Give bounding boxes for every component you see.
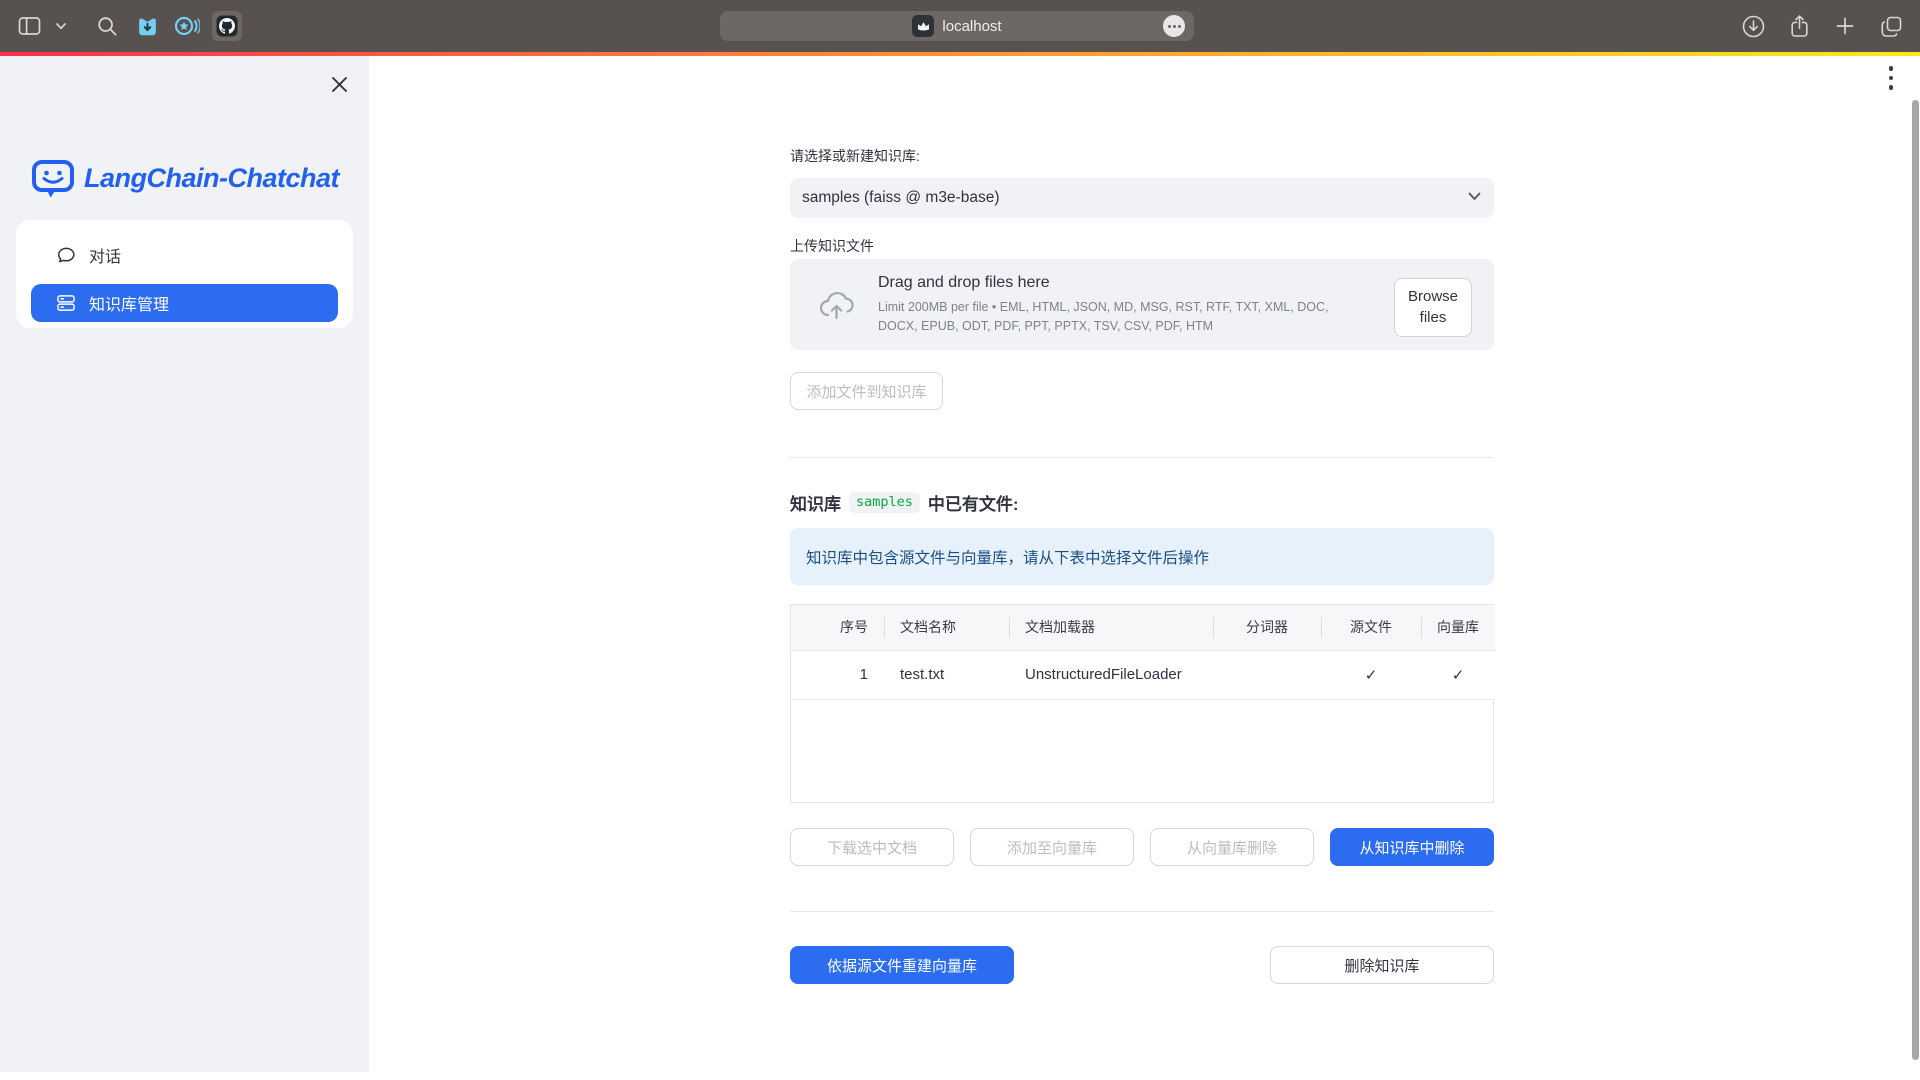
recorder-extension-button[interactable] [172, 11, 202, 41]
vertical-scrollbar[interactable] [1912, 100, 1919, 1060]
downloader-extension-icon [135, 14, 160, 39]
file-dropzone[interactable]: Drag and drop files here Limit 200MB per… [790, 259, 1494, 350]
browser-toolbar: localhost [0, 0, 1920, 52]
section-divider [790, 457, 1494, 458]
col-header-index: 序号 [791, 605, 884, 650]
panel-menu-button[interactable] [54, 11, 68, 41]
upload-label: 上传知识文件 [790, 236, 874, 256]
add-files-to-kb-button[interactable]: 添加文件到知识库 [790, 372, 943, 410]
sidebar-item-knowledge-base[interactable]: 知识库管理 [31, 284, 338, 322]
cloud-upload-icon [816, 289, 856, 320]
downloader-extension-button[interactable] [132, 11, 162, 41]
dropzone-title: Drag and drop files here [878, 274, 1330, 292]
app-logo: LangChain-Chatchat [31, 158, 339, 199]
site-favicon-glyph [917, 21, 930, 32]
downloads-button[interactable] [1738, 11, 1768, 41]
add-to-vector-store-button[interactable]: 添加至向量库 [970, 828, 1134, 866]
kb-select-value: samples (faiss @ m3e-base) [802, 189, 1000, 207]
download-selected-button[interactable]: 下载选中文档 [790, 828, 954, 866]
delete-from-vector-store-button[interactable]: 从向量库删除 [1150, 828, 1314, 866]
chevron-down-icon [56, 23, 66, 30]
cell-loader: UnstructuredFileLoader [1009, 650, 1213, 699]
sidebar-item-dialogue[interactable]: 对话 [31, 238, 338, 272]
delete-from-kb-button[interactable]: 从知识库中删除 [1330, 828, 1494, 866]
chevron-down-icon [1468, 192, 1481, 201]
col-header-vector: 向量库 [1421, 605, 1495, 650]
kb-select[interactable]: samples (faiss @ m3e-base) [790, 178, 1494, 218]
col-header-loader: 文档加载器 [1009, 605, 1213, 650]
address-bar-more-button[interactable] [1163, 15, 1185, 37]
recorder-extension-icon [174, 15, 200, 37]
cell-splitter [1213, 650, 1321, 699]
app-menu-button[interactable] [1882, 62, 1900, 94]
rebuild-vector-store-button[interactable]: 依据源文件重建向量库 [790, 946, 1014, 984]
col-header-splitter: 分词器 [1213, 605, 1321, 650]
download-icon [1742, 15, 1765, 38]
files-heading-suffix: 中已有文件: [928, 490, 1019, 515]
kb-name-code: samples [849, 492, 920, 513]
share-button[interactable] [1784, 11, 1814, 41]
share-icon [1788, 14, 1811, 38]
sidebar: LangChain-Chatchat 对话 知识库管理 [0, 56, 369, 1072]
delete-kb-button[interactable]: 删除知识库 [1270, 946, 1494, 984]
cell-vector-check: ✓ [1421, 650, 1495, 699]
kb-select-label: 请选择或新建知识库: [790, 146, 920, 166]
sidebar-nav: 对话 知识库管理 [16, 220, 353, 328]
address-bar[interactable]: localhost [720, 11, 1194, 41]
site-favicon [912, 15, 934, 37]
app-logo-text: LangChain-Chatchat [84, 163, 339, 194]
github-icon [216, 15, 238, 37]
github-extension-button[interactable] [212, 11, 242, 41]
chat-bubble-icon [55, 245, 77, 266]
panel-toggle-button[interactable] [14, 11, 44, 41]
cell-name: test.txt [884, 650, 1009, 699]
url-text: localhost [942, 18, 1001, 35]
cell-index: 1 [791, 650, 884, 699]
cell-source-check: ✓ [1321, 650, 1421, 699]
plus-icon [1835, 16, 1855, 36]
files-table: 序号 文档名称 文档加载器 分词器 源文件 向量库 1 test.txt Uns… [790, 604, 1494, 803]
search-icon [97, 16, 118, 37]
close-icon [331, 76, 348, 93]
sidebar-item-label: 对话 [89, 243, 121, 267]
info-banner: 知识库中包含源文件与向量库，请从下表中选择文件后操作 [790, 528, 1494, 585]
main-content: 请选择或新建知识库: samples (faiss @ m3e-base) 上传… [369, 56, 1920, 1080]
database-icon [55, 292, 77, 314]
tabs-overview-icon [1880, 15, 1903, 37]
sidebar-close-button[interactable] [325, 70, 353, 98]
sidebar-item-label: 知识库管理 [89, 291, 169, 315]
section-divider [790, 911, 1494, 912]
col-header-source: 源文件 [1321, 605, 1421, 650]
page-bottom-edge [0, 1072, 1920, 1080]
search-button[interactable] [92, 11, 122, 41]
tabs-overview-button[interactable] [1876, 11, 1906, 41]
app-logo-icon [31, 158, 75, 199]
table-header-row: 序号 文档名称 文档加载器 分词器 源文件 向量库 [791, 605, 1495, 650]
new-tab-button[interactable] [1830, 11, 1860, 41]
files-heading-prefix: 知识库 [790, 490, 841, 515]
col-header-name: 文档名称 [884, 605, 1009, 650]
file-actions: 下载选中文档 添加至向量库 从向量库删除 从知识库中删除 [790, 828, 1494, 866]
panel-toggle-icon [18, 15, 41, 37]
files-heading: 知识库 samples 中已有文件: [790, 490, 1019, 515]
browse-files-button[interactable]: Browse files [1394, 278, 1472, 337]
dropzone-hint: Limit 200MB per file • EML, HTML, JSON, … [878, 298, 1330, 334]
table-row[interactable]: 1 test.txt UnstructuredFileLoader ✓ ✓ [791, 650, 1495, 699]
